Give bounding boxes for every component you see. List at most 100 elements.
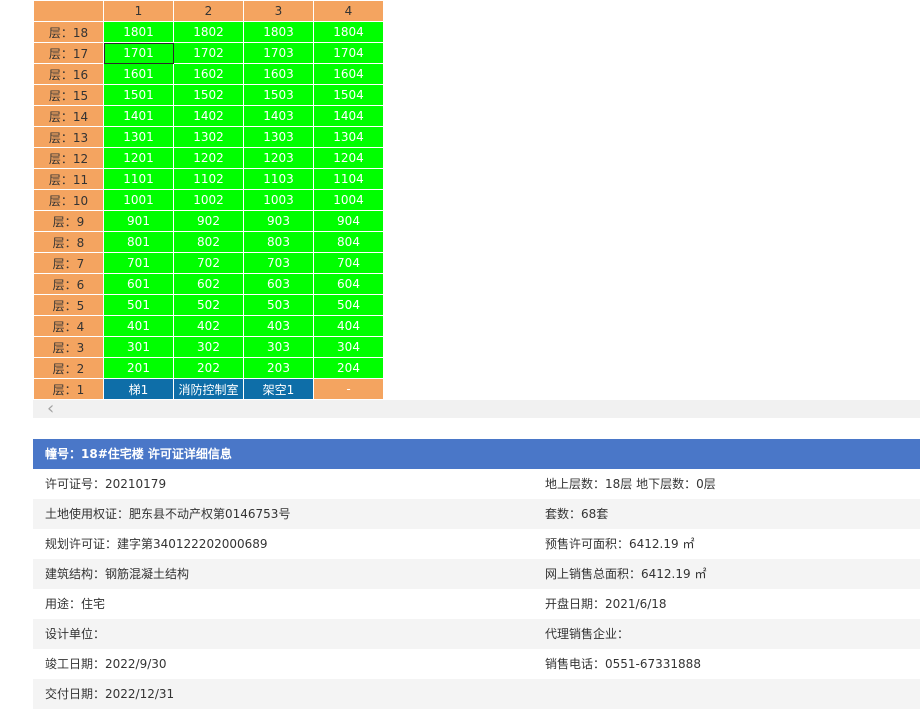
unit-cell[interactable]: 1002	[173, 189, 244, 211]
unit-cell[interactable]: 1204	[313, 147, 384, 169]
unit-cell[interactable]: 504	[313, 294, 384, 316]
unit-cell[interactable]: 1101	[103, 168, 174, 190]
info-row: 设计单位： 代理销售企业：	[33, 619, 920, 649]
info-right-field: 销售电话：0551-67331888	[545, 657, 701, 671]
info-left-field: 用途：住宅	[45, 597, 106, 611]
floor-label: 层：16	[33, 63, 104, 85]
info-row: 建筑结构：钢筋混凝土结构 网上销售总面积：6412.19 ㎡	[33, 559, 920, 589]
floor-row: 层：12 1201 1202 1203 1204	[33, 147, 384, 169]
floor-row: 层：7 701 702 703 704	[33, 252, 384, 274]
unit-cell[interactable]: 1001	[103, 189, 174, 211]
unit-cell[interactable]: 1203	[243, 147, 314, 169]
unit-cell[interactable]: 1402	[173, 105, 244, 127]
unit-cell[interactable]: 801	[103, 231, 174, 253]
unit-cell[interactable]: 1304	[313, 126, 384, 148]
unit-cell[interactable]: 1702	[173, 42, 244, 64]
unit-cell[interactable]: 501	[103, 294, 174, 316]
unit-cell[interactable]: 1303	[243, 126, 314, 148]
unit-cell[interactable]: 303	[243, 336, 314, 358]
unit-cell[interactable]: 1104	[313, 168, 384, 190]
unit-cell[interactable]: 1801	[103, 21, 174, 43]
unit-cell[interactable]: 梯1	[103, 378, 174, 400]
info-left-field: 交付日期：2022/12/31	[45, 687, 175, 701]
unit-cell[interactable]: 804	[313, 231, 384, 253]
unit-table: 1 2 3 4 层：18 1801 1802 1803 1804 层：17 1701 1702…	[33, 0, 384, 400]
floor-row: 层：9 901 902 903 904	[33, 210, 384, 232]
floor-row: 层：2 201 202 203 204	[33, 357, 384, 379]
unit-cell[interactable]: 1504	[313, 84, 384, 106]
unit-cell[interactable]: 904	[313, 210, 384, 232]
unit-cell[interactable]: 702	[173, 252, 244, 274]
floor-row: 层：14 1401 1402 1403 1404	[33, 105, 384, 127]
unit-cell[interactable]: 1602	[173, 63, 244, 85]
unit-cell[interactable]: 701	[103, 252, 174, 274]
unit-cell[interactable]: 1202	[173, 147, 244, 169]
unit-cell[interactable]: 1802	[173, 21, 244, 43]
floor-label: 层：3	[33, 336, 104, 358]
unit-cell[interactable]: 1003	[243, 189, 314, 211]
floor-row: 层：11 1101 1102 1103 1104	[33, 168, 384, 190]
unit-cell[interactable]: 401	[103, 315, 174, 337]
unit-cell[interactable]: 901	[103, 210, 174, 232]
info-row: 规划许可证：建字第340122202000689 预售许可面积：6412.19 ㎡	[33, 529, 920, 559]
unit-cell[interactable]: 1502	[173, 84, 244, 106]
unit-cell[interactable]: 903	[243, 210, 314, 232]
unit-cell[interactable]: 1603	[243, 63, 314, 85]
unit-cell[interactable]: 802	[173, 231, 244, 253]
unit-cell[interactable]: 402	[173, 315, 244, 337]
unit-cell[interactable]: 503	[243, 294, 314, 316]
floor-label: 层：15	[33, 84, 104, 106]
unit-cell[interactable]: 703	[243, 252, 314, 274]
info-left-field: 竣工日期：2022/9/30	[45, 657, 167, 671]
unit-cell[interactable]: 1704	[313, 42, 384, 64]
info-row: 用途：住宅 开盘日期：2021/6/18	[33, 589, 920, 619]
floor-label: 层：2	[33, 357, 104, 379]
unit-cell[interactable]: 704	[313, 252, 384, 274]
unit-cell[interactable]: 1004	[313, 189, 384, 211]
floor-row: 层：3 301 302 303 304	[33, 336, 384, 358]
unit-cell[interactable]: -	[313, 378, 384, 400]
unit-cell[interactable]: 1302	[173, 126, 244, 148]
unit-cell[interactable]: 202	[173, 357, 244, 379]
unit-cell[interactable]: 1301	[103, 126, 174, 148]
chevron-left-icon[interactable]: ‹	[47, 400, 63, 418]
unit-cell[interactable]: 803	[243, 231, 314, 253]
unit-cell[interactable]: 1103	[243, 168, 314, 190]
floor-row: 层：8 801 802 803 804	[33, 231, 384, 253]
unit-cell[interactable]: 1601	[103, 63, 174, 85]
unit-cell[interactable]: 203	[243, 357, 314, 379]
unit-cell[interactable]: 1403	[243, 105, 314, 127]
floor-label: 层：11	[33, 168, 104, 190]
unit-cell[interactable]: 603	[243, 273, 314, 295]
horizontal-scrollbar[interactable]: ‹	[33, 400, 920, 418]
unit-cell[interactable]: 1804	[313, 21, 384, 43]
unit-cell[interactable]: 301	[103, 336, 174, 358]
floor-label: 层：1	[33, 378, 104, 400]
unit-cell[interactable]: 201	[103, 357, 174, 379]
unit-cell[interactable]: 502	[173, 294, 244, 316]
unit-cell[interactable]: 1102	[173, 168, 244, 190]
info-right-field: 套数：68套	[545, 507, 609, 521]
unit-cell[interactable]: 1604	[313, 63, 384, 85]
unit-cell[interactable]: 302	[173, 336, 244, 358]
unit-cell[interactable]: 1503	[243, 84, 314, 106]
unit-cell[interactable]: 消防控制室	[173, 378, 244, 400]
unit-cell[interactable]: 1701	[103, 42, 174, 64]
info-left-field: 许可证号：20210179	[45, 477, 167, 491]
unit-cell[interactable]: 1201	[103, 147, 174, 169]
floor-row: 层：15 1501 1502 1503 1504	[33, 84, 384, 106]
unit-cell[interactable]: 1703	[243, 42, 314, 64]
unit-cell[interactable]: 1404	[313, 105, 384, 127]
unit-cell[interactable]: 604	[313, 273, 384, 295]
unit-cell[interactable]: 902	[173, 210, 244, 232]
floor-row: 层：1 梯1 消防控制室 架空1-	[33, 378, 384, 400]
unit-cell[interactable]: 1501	[103, 84, 174, 106]
unit-cell[interactable]: 403	[243, 315, 314, 337]
info-row: 土地使用权证：肥东县不动产权第0146753号 套数：68套	[33, 499, 920, 529]
unit-cell[interactable]: 601	[103, 273, 174, 295]
unit-cell[interactable]: 1803	[243, 21, 314, 43]
unit-cell[interactable]: 602	[173, 273, 244, 295]
unit-cell[interactable]: 1401	[103, 105, 174, 127]
unit-cell[interactable]: 架空1	[243, 378, 314, 400]
info-left-field: 规划许可证：建字第340122202000689	[45, 537, 268, 551]
